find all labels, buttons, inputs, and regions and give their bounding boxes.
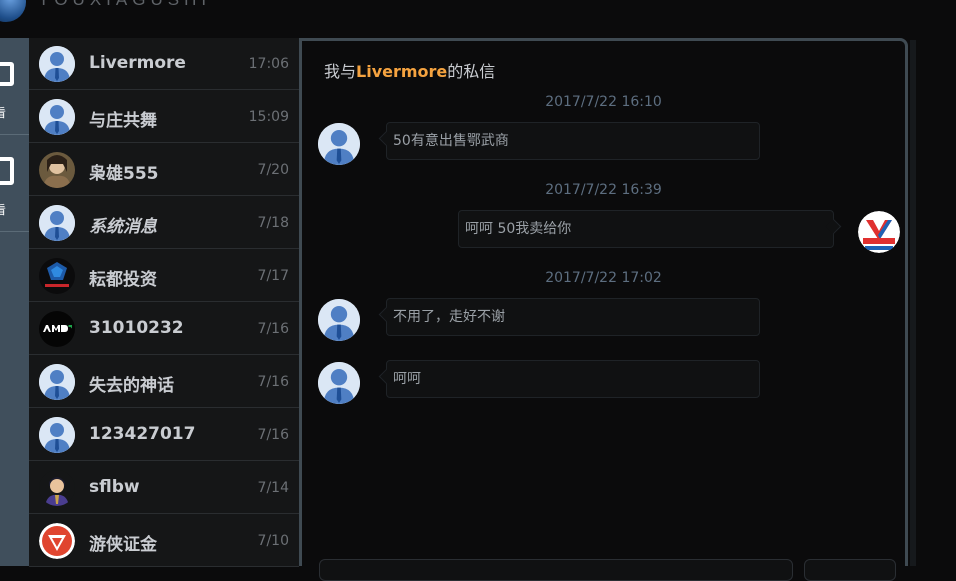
message-timestamp: 2017/7/22 16:10 [545, 94, 662, 110]
default-avatar-icon [39, 417, 75, 453]
anime-avatar-icon [39, 470, 75, 506]
amd-logo-icon [39, 311, 75, 347]
conversation-time: 7/17 [257, 268, 289, 284]
brand-header: YOUXIAGUSHI [0, 0, 956, 36]
globe-logo-icon [0, 0, 26, 22]
icon-rail: 看 看 [0, 38, 29, 566]
title-prefix: 我与 [324, 62, 357, 81]
conversation-item[interactable]: Livermore 17:06 [29, 38, 299, 90]
conversation-name: sflbw [89, 477, 140, 497]
conversation-list: Livermore 17:06 与庄共舞 15:09 枭雄555 7/20 系统… [29, 38, 299, 567]
brand-text: YOUXIAGUSHI [38, 0, 211, 10]
conversation-item[interactable]: 系统消息 7/18 [29, 197, 299, 249]
conversation-time: 7/10 [257, 533, 289, 549]
message-timestamp: 2017/7/22 16:39 [545, 182, 662, 198]
conversation-time: 7/18 [257, 215, 289, 231]
conversation-item[interactable]: 失去的神话 7/16 [29, 356, 299, 408]
conversation-name: Livermore [89, 53, 186, 73]
warrior-avatar-icon [39, 152, 75, 188]
conversation-time: 7/20 [257, 162, 289, 178]
conversation-item[interactable]: 与庄共舞 15:09 [29, 91, 299, 143]
conversation-time: 7/16 [257, 321, 289, 337]
message-bubble: 呵呵 50我卖给你 [458, 210, 834, 248]
chat-title: 我与Livermore的私信 [324, 58, 495, 82]
conversation-name: 31010232 [89, 318, 184, 338]
send-button[interactable] [804, 559, 896, 581]
checkbox-icon [0, 62, 14, 86]
rail-item-view[interactable]: 看 [0, 38, 29, 135]
edit-icon [0, 157, 14, 185]
conversation-name: 游侠证金 [89, 535, 157, 555]
conversation-item[interactable]: sflbw 7/14 [29, 462, 299, 514]
default-avatar-icon [39, 46, 75, 82]
company-logo-icon [39, 523, 75, 559]
conversation-name: 123427017 [89, 424, 196, 444]
title-suffix: 的私信 [447, 62, 496, 81]
default-avatar-icon [39, 205, 75, 241]
rail-item-label: 看 [0, 203, 7, 217]
conversation-item[interactable]: 123427017 7/16 [29, 409, 299, 461]
default-avatar-icon [39, 99, 75, 135]
my-avatar-icon[interactable] [858, 211, 900, 253]
conversation-item[interactable]: 枭雄555 7/20 [29, 144, 299, 196]
conversation-item[interactable]: 游侠证金 7/10 [29, 515, 299, 567]
conversation-time: 17:06 [248, 56, 289, 72]
conversation-name: 与庄共舞 [89, 111, 157, 131]
conversation-name: 失去的神话 [89, 376, 174, 396]
conversation-name: 耘都投资 [89, 270, 157, 290]
panel-shadow [910, 40, 916, 566]
message-bubble: 50有意出售鄂武商 [386, 122, 760, 160]
conversation-item[interactable]: 耘都投资 7/17 [29, 250, 299, 302]
chat-panel: 我与Livermore的私信 2017/7/22 16:10 50有意出售鄂武商… [302, 38, 908, 581]
conversation-time: 7/14 [257, 480, 289, 496]
rail-item-label: 看 [0, 106, 7, 120]
conversation-time: 15:09 [248, 109, 289, 125]
title-username[interactable]: Livermore [356, 62, 447, 81]
conversation-time: 7/16 [257, 374, 289, 390]
sender-avatar-icon[interactable] [318, 299, 360, 341]
sender-avatar-icon[interactable] [318, 362, 360, 404]
rail-item-compose[interactable]: 看 [0, 135, 29, 232]
conversation-name: 系统消息 [89, 217, 157, 237]
conversation-item[interactable]: 31010232 7/16 [29, 303, 299, 355]
message-timestamp: 2017/7/22 17:02 [545, 270, 662, 286]
sender-avatar-icon[interactable] [318, 123, 360, 165]
conversation-time: 7/16 [257, 427, 289, 443]
company-logo-icon [39, 258, 75, 294]
conversation-name: 枭雄555 [89, 164, 159, 184]
default-avatar-icon [39, 364, 75, 400]
message-bubble: 呵呵 [386, 360, 760, 398]
message-bubble: 不用了，走好不谢 [386, 298, 760, 336]
message-input[interactable] [319, 559, 793, 581]
